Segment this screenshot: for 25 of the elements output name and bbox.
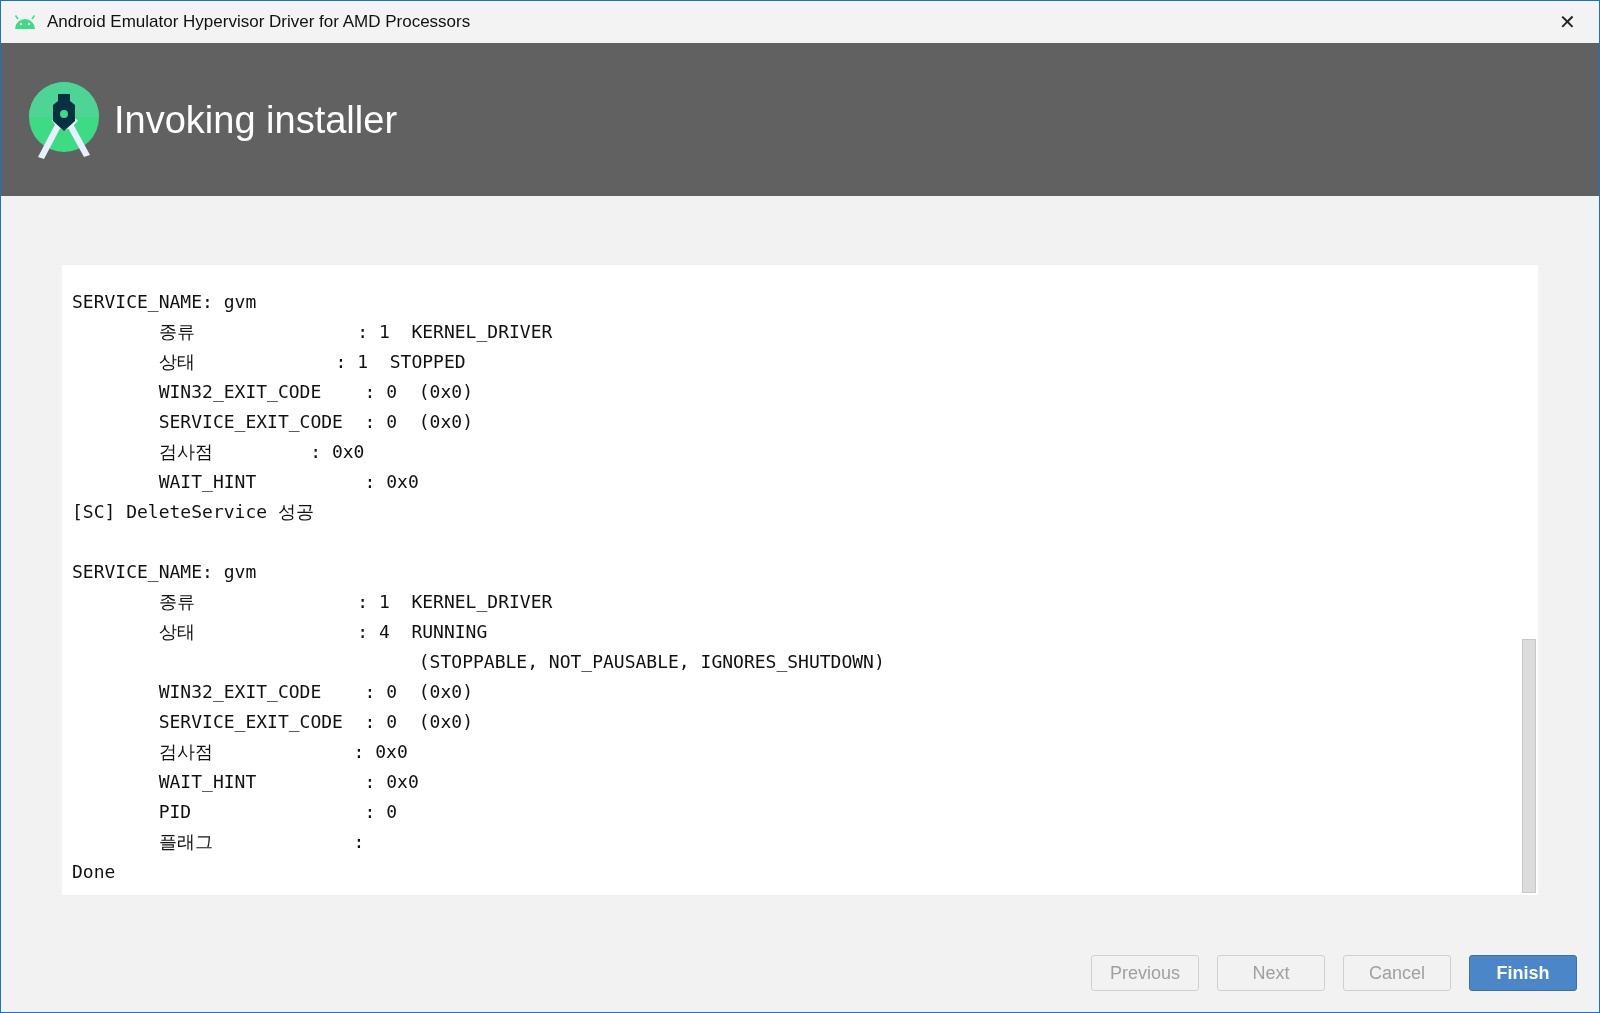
log-line: WAIT_HINT : 0x0	[157, 470, 419, 494]
window-title: Android Emulator Hypervisor Driver for AMD Processors	[47, 11, 471, 34]
log-line: PID : 0	[157, 800, 398, 824]
log-line: 상태 : 4 RUNNING	[157, 620, 488, 644]
log-line: (STOPPABLE, NOT_PAUSABLE, IGNORES_SHUTDOWN)	[417, 650, 885, 674]
log-line: 플래그 :	[157, 830, 365, 854]
log-line: SERVICE_EXIT_CODE : 0 (0x0)	[157, 710, 473, 734]
log-line: 검사점 : 0x0	[157, 440, 365, 464]
wizard-button[interactable]: Finish	[1469, 955, 1577, 991]
log-line: Done	[72, 860, 116, 884]
log-line: SERVICE_EXIT_CODE : 0 (0x0)	[157, 410, 473, 434]
log-line: WIN32_EXIT_CODE : 0 (0x0)	[157, 380, 473, 404]
log-line: WAIT_HINT : 0x0	[157, 770, 419, 794]
log-line: SERVICE_NAME: gvm	[72, 560, 257, 584]
log-line: 검사점 : 0x0	[157, 740, 408, 764]
log-line: SERVICE_NAME: gvm	[72, 290, 257, 314]
android-icon	[13, 15, 37, 29]
compass-logo-icon	[28, 80, 102, 159]
log-line: WIN32_EXIT_CODE : 0 (0x0)	[157, 680, 473, 704]
log-line: 종류 : 1 KERNEL_DRIVER	[157, 590, 553, 614]
close-button[interactable]: ✕	[1547, 6, 1587, 38]
page-title: Invoking installer	[114, 100, 398, 139]
log-line: 상태 : 1 STOPPED	[157, 350, 466, 374]
log-line: [SC] DeleteService 성공	[72, 500, 314, 524]
log-line: 종류 : 1 KERNEL_DRIVER	[157, 320, 553, 344]
